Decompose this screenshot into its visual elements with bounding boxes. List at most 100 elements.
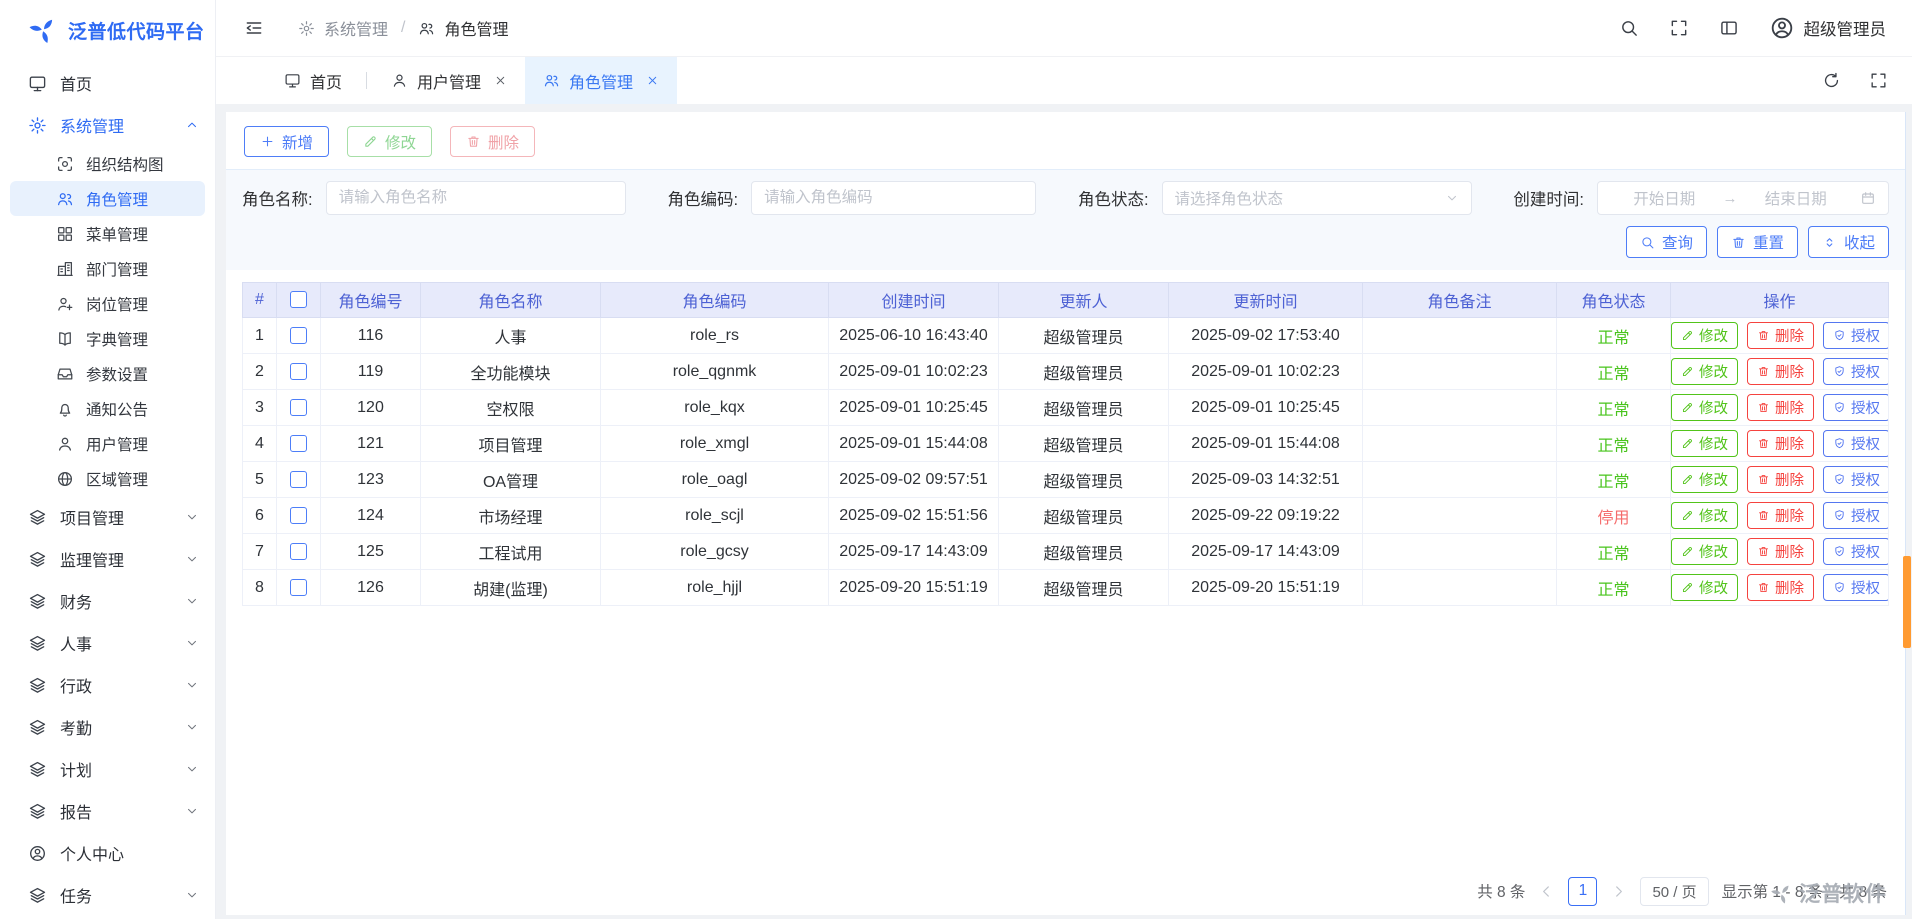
monitor-icon	[28, 74, 47, 93]
query-button[interactable]: 查询	[1626, 226, 1707, 258]
row-authorize-button[interactable]: 授权	[1823, 502, 1889, 529]
row-checkbox[interactable]	[290, 579, 307, 596]
user-menu[interactable]: 超级管理员	[1769, 15, 1887, 41]
row-authorize-button[interactable]: 授权	[1823, 394, 1889, 421]
tab-home[interactable]: 首页	[266, 57, 360, 104]
cell-name: 工程试用	[421, 534, 601, 570]
sidebar-item-plan[interactable]: 计划	[0, 748, 215, 790]
cell-updated_by: 超级管理员	[999, 498, 1169, 534]
create-time-range-picker[interactable]: 开始日期 → 结束日期	[1597, 181, 1889, 215]
role-name-input[interactable]	[326, 181, 626, 215]
row-checkbox[interactable]	[290, 399, 307, 416]
current-page-button[interactable]: 1	[1568, 877, 1597, 906]
scrollbar-thumb[interactable]	[1903, 556, 1911, 648]
sidebar-item-role-management[interactable]: 角色管理	[10, 181, 205, 216]
fullscreen-icon[interactable]	[1669, 18, 1689, 38]
select-all-checkbox[interactable]	[290, 291, 307, 308]
row-delete-button[interactable]: 删除	[1747, 574, 1814, 601]
edit-button[interactable]: 修改	[347, 126, 432, 157]
sidebar-item-project-management[interactable]: 项目管理	[0, 496, 215, 538]
refresh-icon[interactable]	[1822, 71, 1841, 90]
close-icon[interactable]	[646, 74, 659, 87]
role-status-select[interactable]: 请选择角色状态	[1162, 181, 1472, 215]
collapse-filter-button[interactable]: 收起	[1808, 226, 1889, 258]
search-icon[interactable]	[1619, 18, 1639, 38]
row-delete-button[interactable]: 删除	[1747, 466, 1814, 493]
fullscreen-icon[interactable]	[1869, 71, 1888, 90]
row-authorize-button[interactable]: 授权	[1823, 574, 1889, 601]
row-checkbox[interactable]	[290, 435, 307, 452]
row-checkbox[interactable]	[290, 507, 307, 524]
row-checkbox[interactable]	[290, 363, 307, 380]
sidebar-item-menu-management[interactable]: 菜单管理	[0, 216, 215, 251]
sidebar-item-finance[interactable]: 财务	[0, 580, 215, 622]
row-delete-button[interactable]: 删除	[1747, 538, 1814, 565]
row-edit-button[interactable]: 修改	[1671, 430, 1738, 457]
row-checkbox[interactable]	[290, 543, 307, 560]
sidebar-item-supervision-management[interactable]: 监理管理	[0, 538, 215, 580]
sidebar-item-hr[interactable]: 人事	[0, 622, 215, 664]
row-authorize-button[interactable]: 授权	[1823, 358, 1889, 385]
sidebar-item-personal-center[interactable]: 个人中心	[0, 832, 215, 874]
row-checkbox[interactable]	[290, 471, 307, 488]
row-edit-button[interactable]: 修改	[1671, 358, 1738, 385]
sidebar-item-system-management[interactable]: 系统管理	[0, 104, 215, 146]
sidebar-item-param-settings[interactable]: 参数设置	[0, 356, 215, 391]
row-edit-button[interactable]: 修改	[1671, 574, 1738, 601]
cell-role_code: role_hjjl	[601, 570, 829, 606]
row-delete-button[interactable]: 删除	[1747, 430, 1814, 457]
page-size-select[interactable]: 50 / 页	[1640, 877, 1708, 906]
sidebar-item-dict-management[interactable]: 字典管理	[0, 321, 215, 356]
row-delete-button[interactable]: 删除	[1747, 502, 1814, 529]
sidebar-collapse-icon[interactable]	[244, 18, 264, 38]
cell-remark	[1363, 498, 1557, 534]
row-delete-button[interactable]: 删除	[1747, 358, 1814, 385]
tab-user-management[interactable]: 用户管理	[373, 57, 525, 104]
status-badge: 正常	[1597, 402, 1629, 419]
row-checkbox[interactable]	[290, 327, 307, 344]
sidebar-item-home[interactable]: 首页	[0, 62, 215, 104]
cell-updated: 2025-09-22 09:19:22	[1169, 498, 1363, 534]
row-delete-button[interactable]: 删除	[1747, 322, 1814, 349]
row-edit-button[interactable]: 修改	[1671, 466, 1738, 493]
sidebar-item-dept-management[interactable]: 部门管理	[0, 251, 215, 286]
row-edit-button[interactable]: 修改	[1671, 538, 1738, 565]
sidebar-item-region-management[interactable]: 区域管理	[0, 461, 215, 496]
row-authorize-button[interactable]: 授权	[1823, 538, 1889, 565]
tab-role-management[interactable]: 角色管理	[525, 57, 677, 104]
brand-logo[interactable]: 泛普低代码平台	[0, 0, 215, 60]
sidebar-item-user-management[interactable]: 用户管理	[0, 426, 215, 461]
chevron-down-icon	[1445, 191, 1459, 205]
next-page-icon[interactable]	[1610, 883, 1627, 900]
sidebar-item-attendance[interactable]: 考勤	[0, 706, 215, 748]
sidebar-item-label: 通知公告	[86, 398, 199, 420]
role-code-input[interactable]	[751, 181, 1036, 215]
sidebar-item-post-management[interactable]: 岗位管理	[0, 286, 215, 321]
prev-page-icon[interactable]	[1538, 883, 1555, 900]
users-icon	[56, 190, 74, 208]
row-edit-button[interactable]: 修改	[1671, 502, 1738, 529]
cell-name: OA管理	[421, 462, 601, 498]
sidebar-item-administration[interactable]: 行政	[0, 664, 215, 706]
sidebar-item-report[interactable]: 报告	[0, 790, 215, 832]
sidebar-menu: 首页系统管理组织结构图角色管理菜单管理部门管理岗位管理字典管理参数设置通知公告用…	[0, 60, 215, 919]
delete-button[interactable]: 删除	[450, 126, 535, 157]
row-authorize-button[interactable]: 授权	[1823, 466, 1889, 493]
add-button[interactable]: 新增	[244, 126, 329, 157]
cell-role_code: role_rs	[601, 318, 829, 354]
cell-actions: 修改删除授权	[1671, 318, 1889, 354]
layout-icon[interactable]	[1719, 18, 1739, 38]
row-edit-button[interactable]: 修改	[1671, 394, 1738, 421]
sidebar-item-task[interactable]: 任务	[0, 874, 215, 916]
close-icon[interactable]	[494, 74, 507, 87]
row-authorize-button[interactable]: 授权	[1823, 322, 1889, 349]
sidebar-item-org-chart[interactable]: 组织结构图	[0, 146, 215, 181]
sidebar-item-notice[interactable]: 通知公告	[0, 391, 215, 426]
plus-icon	[260, 134, 275, 149]
row-authorize-button[interactable]: 授权	[1823, 430, 1889, 457]
reset-button[interactable]: 重置	[1717, 226, 1798, 258]
edit-icon	[1681, 437, 1694, 450]
row-delete-button[interactable]: 删除	[1747, 394, 1814, 421]
row-edit-button[interactable]: 修改	[1671, 322, 1738, 349]
breadcrumb-item-system[interactable]: 系统管理	[324, 16, 388, 40]
